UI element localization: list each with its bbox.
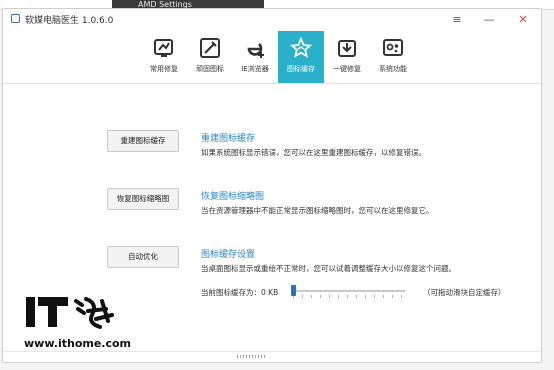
- ithome-url: www.ithome.com: [24, 337, 132, 350]
- app-logo-icon: [11, 14, 20, 23]
- tab-ie-browser[interactable]: IE浏览器: [232, 31, 278, 83]
- section-title: 恢复图标缩略图: [201, 192, 265, 202]
- tab-one-click-repair[interactable]: 一键修复: [324, 31, 370, 83]
- section-description: 如果系统图标显示错误，您可以在这里重建图标缓存，以修复错误。: [201, 148, 426, 157]
- app-title: 软媒电脑医生 1.0.6.0: [25, 16, 114, 26]
- cache-slider-thumb[interactable]: [291, 285, 296, 296]
- toolbar: 常用修复 顽固图标 IE浏览器 图标缓存 一键修复 系统功能: [3, 31, 541, 84]
- tab-stubborn-icon[interactable]: 顽固图标: [187, 31, 233, 83]
- cache-slider-ticks: [293, 295, 405, 298]
- status-bar: [3, 351, 541, 362]
- common-repair-icon: [153, 37, 175, 59]
- tab-label: 系统功能: [379, 65, 407, 73]
- menu-button[interactable]: ≡: [444, 11, 470, 29]
- section-title: 重建图标缓存: [201, 134, 256, 144]
- resize-grip[interactable]: [237, 355, 265, 358]
- restore-thumbnail-button[interactable]: 恢复图标缩略图: [107, 188, 179, 210]
- auto-optimize-button[interactable]: 自动优化: [107, 246, 179, 268]
- stubborn-icon-icon: [199, 37, 221, 59]
- tab-label: 一键修复: [333, 65, 361, 73]
- tab-label: IE浏览器: [241, 65, 269, 73]
- close-button[interactable]: ✕: [510, 11, 536, 29]
- cache-size-label: 当前图标缓存为：0 KB: [201, 288, 279, 297]
- title-bar: 软媒电脑医生 1.0.6.0 ≡ — ✕: [3, 9, 541, 31]
- cache-slider-hint: （可拖动滑块自定缓存）: [423, 288, 506, 297]
- ithome-logo: [26, 293, 126, 333]
- one-click-repair-icon: [336, 37, 358, 59]
- rebuild-icon-cache-button[interactable]: 重建图标缓存: [107, 130, 179, 152]
- minimize-button[interactable]: —: [476, 11, 502, 29]
- system-function-icon: [382, 37, 404, 59]
- tab-icon-cache[interactable]: 图标缓存: [278, 31, 324, 83]
- tab-system-function[interactable]: 系统功能: [370, 31, 416, 83]
- tab-label: 顽固图标: [196, 65, 224, 73]
- section-title: 图标缓存设置: [201, 250, 256, 260]
- tab-label: 图标缓存: [287, 65, 315, 73]
- tab-common-repair[interactable]: 常用修复: [141, 31, 187, 83]
- section-description: 当桌面图标显示或重绘不正常时，您可以试着调整缓存大小以修复这个问题。: [201, 264, 456, 273]
- icon-cache-icon: [290, 37, 312, 59]
- tab-label: 常用修复: [150, 65, 178, 73]
- ie-browser-icon: [244, 37, 266, 59]
- section-description: 当在资源管理器中不能正常显示图标缩略图时，您可以在这里修复它。: [201, 206, 434, 215]
- cache-slider-track[interactable]: [293, 290, 405, 292]
